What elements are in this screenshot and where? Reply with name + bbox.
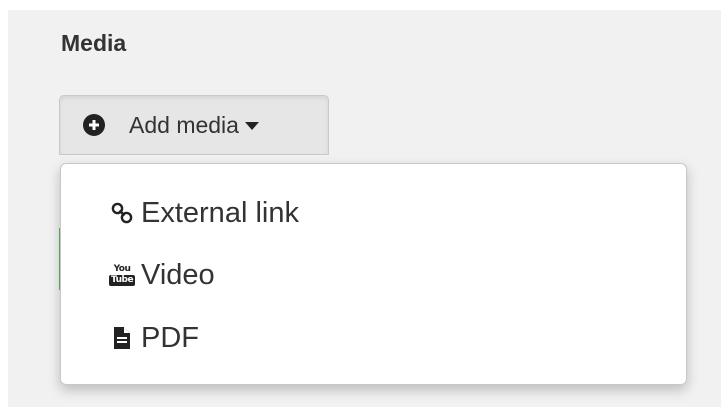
youtube-icon: You Tube — [108, 263, 136, 286]
menu-item-label: PDF — [141, 321, 199, 354]
menu-item-external-link[interactable]: External link — [109, 193, 299, 233]
menu-item-label: External link — [141, 196, 299, 229]
menu-item-label: Video — [141, 258, 215, 291]
menu-item-pdf[interactable]: PDF — [109, 318, 199, 358]
add-media-button[interactable]: Add media — [59, 95, 329, 155]
file-pdf-icon — [109, 326, 135, 350]
link-icon — [109, 201, 135, 225]
plus-circle-icon — [83, 114, 105, 136]
section-title: Media — [61, 30, 127, 56]
youtube-icon-top-text: You — [113, 263, 131, 274]
add-media-dropdown-menu: External link You Tube Video PDF — [60, 163, 687, 385]
caret-down-icon — [244, 122, 259, 130]
youtube-icon-bottom-text: Tube — [108, 274, 136, 286]
menu-item-video[interactable]: You Tube Video — [108, 255, 215, 295]
add-media-label: Add media — [129, 112, 239, 138]
